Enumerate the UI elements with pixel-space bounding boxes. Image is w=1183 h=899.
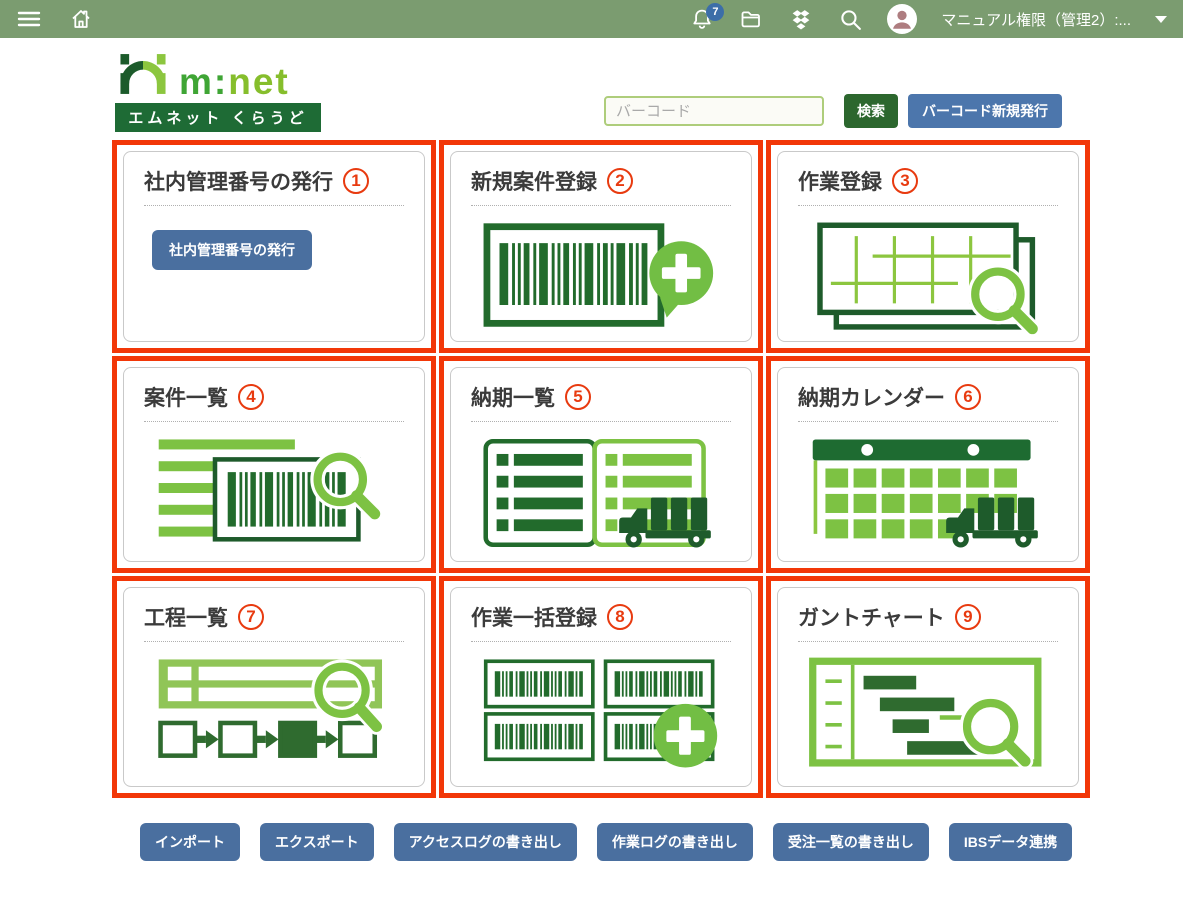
topbar: 7 マニュアル権限（管理2）:...	[0, 0, 1183, 38]
barcodes-plus-icon	[471, 654, 731, 772]
cell-5: 納期一覧 5	[439, 356, 763, 573]
card-number-badge: 1	[343, 168, 369, 194]
card-title: 社内管理番号の発行	[144, 166, 333, 196]
card-title: 新規案件登録	[471, 166, 597, 196]
barcode-search-input[interactable]	[604, 96, 824, 126]
dropbox-icon[interactable]	[788, 8, 814, 31]
notification-count-badge: 7	[706, 3, 724, 21]
card-title: 工程一覧	[144, 602, 228, 632]
card-gantt-chart[interactable]: ガントチャート 9	[777, 587, 1079, 787]
card-number-badge: 7	[238, 604, 264, 630]
card-work-register[interactable]: 作業登録 3	[777, 151, 1079, 342]
internal-number-issue-button[interactable]: 社内管理番号の発行	[152, 230, 312, 270]
menu-tile-grid: 社内管理番号の発行 1 社内管理番号の発行 新規案件登録 2	[112, 140, 1071, 798]
card-title: 納期カレンダー	[798, 382, 945, 412]
calendar-truck-icon	[798, 434, 1058, 552]
import-button[interactable]: インポート	[140, 823, 240, 861]
folder-icon[interactable]	[738, 7, 764, 31]
delivery-list-truck-icon	[471, 434, 731, 552]
cell-1: 社内管理番号の発行 1 社内管理番号の発行	[112, 140, 436, 353]
user-account-label[interactable]: マニュアル権限（管理2）:...	[941, 9, 1131, 30]
logo-subtitle: エムネット くらうど	[115, 103, 321, 132]
mnet-logo-mark	[117, 50, 169, 98]
card-delivery-calendar[interactable]: 納期カレンダー 6	[777, 367, 1079, 562]
card-project-list[interactable]: 案件一覧 4	[123, 367, 425, 562]
card-title: 案件一覧	[144, 382, 228, 412]
cell-4: 案件一覧 4	[112, 356, 436, 573]
ibs-data-link-button[interactable]: IBSデータ連携	[949, 823, 1072, 861]
card-number-badge: 5	[565, 384, 591, 410]
home-icon[interactable]	[68, 7, 94, 31]
card-title: 作業登録	[798, 166, 882, 196]
footer-actions: インポート エクスポート アクセスログの書き出し 作業ログの書き出し 受注一覧の…	[140, 823, 1183, 861]
access-log-export-button[interactable]: アクセスログの書き出し	[394, 823, 577, 861]
card-number-badge: 9	[955, 604, 981, 630]
work-log-export-button[interactable]: 作業ログの書き出し	[597, 823, 753, 861]
list-barcode-search-icon	[144, 434, 404, 552]
card-number-badge: 2	[607, 168, 633, 194]
card-process-list[interactable]: 工程一覧 7	[123, 587, 425, 787]
cell-3: 作業登録 3	[766, 140, 1090, 353]
card-title: 納期一覧	[471, 382, 555, 412]
barcode-plus-icon	[471, 218, 731, 334]
search-button[interactable]: 検索	[844, 94, 898, 128]
card-new-project-register[interactable]: 新規案件登録 2	[450, 151, 752, 342]
search-icon[interactable]	[838, 7, 863, 32]
card-number-badge: 3	[892, 168, 918, 194]
process-table-flowchart-icon	[144, 654, 404, 772]
order-list-export-button[interactable]: 受注一覧の書き出し	[773, 823, 929, 861]
card-delivery-list[interactable]: 納期一覧 5	[450, 367, 752, 562]
mnet-logo[interactable]: m:net エムネット くらうど	[115, 50, 321, 132]
gantt-search-icon	[798, 654, 1058, 772]
new-barcode-issue-button[interactable]: バーコード新規発行	[908, 94, 1062, 128]
card-title: 作業一括登録	[471, 602, 597, 632]
card-number-badge: 4	[238, 384, 264, 410]
chevron-down-icon[interactable]	[1155, 16, 1167, 23]
cell-6: 納期カレンダー 6	[766, 356, 1090, 573]
logo-wordmark: m:net	[179, 65, 290, 98]
card-internal-number-issue[interactable]: 社内管理番号の発行 1 社内管理番号の発行	[123, 151, 425, 342]
cell-8: 作業一括登録 8	[439, 576, 763, 798]
header: m:net エムネット くらうど 検索 バーコード新規発行	[0, 38, 1183, 140]
card-number-badge: 8	[607, 604, 633, 630]
cell-9: ガントチャート 9	[766, 576, 1090, 798]
cell-7: 工程一覧 7	[112, 576, 436, 798]
card-number-badge: 6	[955, 384, 981, 410]
export-button[interactable]: エクスポート	[260, 823, 374, 861]
notifications-bell-icon[interactable]: 7	[690, 7, 714, 31]
menu-icon[interactable]	[16, 8, 42, 30]
sheet-grid-search-icon	[798, 218, 1058, 336]
card-title: ガントチャート	[798, 602, 945, 632]
avatar[interactable]	[887, 4, 917, 34]
cell-2: 新規案件登録 2	[439, 140, 763, 353]
card-work-bulk-register[interactable]: 作業一括登録 8	[450, 587, 752, 787]
